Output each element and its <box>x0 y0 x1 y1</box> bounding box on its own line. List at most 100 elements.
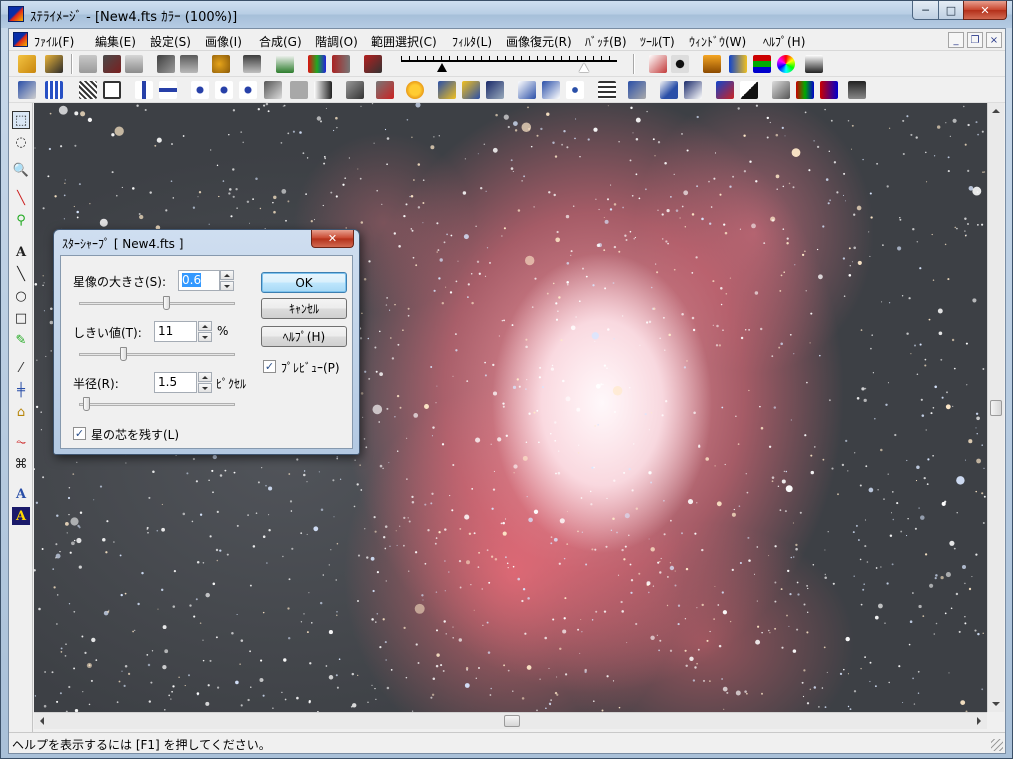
flip-vertical-icon[interactable] <box>159 81 177 99</box>
profile-tool[interactable]: ⏦ <box>12 433 30 451</box>
mdi-close-button[interactable]: × <box>986 32 1002 48</box>
menu-help[interactable]: ﾍﾙﾌﾟ(H) <box>763 33 805 50</box>
line-probe-tool[interactable]: ⚲ <box>12 211 30 229</box>
star-shrink-icon[interactable] <box>486 81 504 99</box>
info-icon[interactable] <box>243 55 261 73</box>
menu-levels[interactable]: 階調(O) <box>315 33 358 50</box>
spin-down-icon[interactable] <box>220 281 234 291</box>
gradient-icon[interactable] <box>314 81 332 99</box>
save-as-icon[interactable] <box>103 55 121 73</box>
resize-icon[interactable] <box>18 81 36 99</box>
rotate-right-icon[interactable] <box>191 81 209 99</box>
menu-window[interactable]: ｳｨﾝﾄﾞｳ(W) <box>689 33 746 50</box>
cancel-button[interactable]: ｷｬﾝｾﾙ <box>261 298 347 319</box>
annotate-tool[interactable]: A <box>12 485 30 503</box>
threshold-spinner[interactable] <box>198 321 212 342</box>
rotate-left-icon[interactable] <box>215 81 233 99</box>
title-bar[interactable]: ｽﾃﾗｲﾒｰｼﾞ - [New4.fts ｶﾗｰ (100%)] ─ □ ✕ <box>1 1 1012 28</box>
level-adjust-icon[interactable] <box>364 55 382 73</box>
close-button[interactable]: ✕ <box>963 1 1007 20</box>
menu-restore[interactable]: 画像復元(R) <box>506 33 572 50</box>
preview-label[interactable]: ﾌﾟﾚﾋﾞｭｰ(P) <box>281 359 340 376</box>
pencil-tool[interactable]: ✎ <box>12 331 30 349</box>
slider-thumb[interactable] <box>120 347 127 361</box>
mdi-minimize-button[interactable]: _ <box>948 32 964 48</box>
keep-core-label[interactable]: 星の芯を残す(L) <box>91 426 179 443</box>
maximize-button[interactable]: □ <box>938 1 964 20</box>
hand-tool[interactable]: ⌘ <box>12 455 30 473</box>
slider-thumb[interactable] <box>163 296 170 310</box>
invert-icon[interactable] <box>740 81 758 99</box>
stamp-tool[interactable]: ⌂ <box>12 403 30 421</box>
save-channel-icon[interactable] <box>848 81 866 99</box>
scroll-down-icon[interactable] <box>992 702 1000 706</box>
star-point-icon[interactable] <box>566 81 584 99</box>
horizontal-scrollbar[interactable] <box>34 712 987 729</box>
scroll-up-icon[interactable] <box>992 109 1000 113</box>
level-histogram-icon[interactable] <box>332 55 350 73</box>
menu-batch[interactable]: ﾊﾞｯﾁ(B) <box>585 33 627 50</box>
undo-icon[interactable] <box>212 55 230 73</box>
level-slider[interactable] <box>401 56 617 74</box>
rgb-split-icon[interactable] <box>716 81 734 99</box>
minimize-button[interactable]: ─ <box>912 1 939 20</box>
print-preview-icon[interactable] <box>157 55 175 73</box>
resize-grip-icon[interactable] <box>991 739 1003 751</box>
slider-thumb[interactable] <box>83 397 90 411</box>
monochrome-icon[interactable] <box>805 55 823 73</box>
menu-edit[interactable]: 編集(E) <box>95 33 136 50</box>
open-recent-icon[interactable] <box>45 55 63 73</box>
horizontal-scroll-thumb[interactable] <box>504 715 520 727</box>
flip-horizontal-icon[interactable] <box>135 81 153 99</box>
line-tool[interactable]: ╲ <box>12 265 30 283</box>
binoculars-icon[interactable] <box>671 55 689 73</box>
lines-icon[interactable] <box>598 81 616 99</box>
keep-core-checkbox[interactable]: ✓ <box>73 427 86 440</box>
copy-merge-icon[interactable] <box>376 81 394 99</box>
grid-icon[interactable] <box>45 81 63 99</box>
star-probe-tool[interactable]: ╲ <box>12 189 30 207</box>
color-adjust-icon[interactable] <box>729 55 747 73</box>
radius-input[interactable]: 1.5 <box>154 372 197 393</box>
measure-tool[interactable]: ╪ <box>12 381 30 399</box>
window-icon[interactable] <box>772 81 790 99</box>
pen-icon[interactable] <box>684 81 702 99</box>
print-icon[interactable] <box>180 55 198 73</box>
brush-icon[interactable] <box>660 81 678 99</box>
menu-selection[interactable]: 範囲選択(C) <box>371 33 437 50</box>
rgb-channels-icon[interactable] <box>753 55 771 73</box>
menu-file[interactable]: ﾌｧｲﾙ(F) <box>34 33 74 50</box>
zoom-select-icon[interactable] <box>542 81 560 99</box>
spin-down-icon[interactable] <box>198 383 212 393</box>
lasso-tool[interactable]: ◌ <box>12 133 30 151</box>
menu-composite[interactable]: 合成(G) <box>259 33 302 50</box>
black-point-handle[interactable] <box>437 63 447 72</box>
select-icon[interactable] <box>518 81 536 99</box>
star-size-spinner[interactable] <box>220 270 234 291</box>
menu-settings[interactable]: 設定(S) <box>150 33 191 50</box>
vertical-scroll-thumb[interactable] <box>990 400 1002 416</box>
preview-checkbox[interactable]: ✓ <box>263 360 276 373</box>
mdi-restore-button[interactable]: ❐ <box>967 32 983 48</box>
curve-icon[interactable] <box>649 55 667 73</box>
menu-tools[interactable]: ﾂｰﾙ(T) <box>640 33 675 50</box>
annotate-color-tool[interactable]: A <box>12 507 30 525</box>
spin-up-icon[interactable] <box>198 321 212 331</box>
menu-filter[interactable]: ﾌｨﾙﾀ(L) <box>452 33 492 50</box>
spin-up-icon[interactable] <box>220 270 234 280</box>
print-setup-icon[interactable] <box>125 55 143 73</box>
select-tool[interactable]: ⬚ <box>12 111 30 129</box>
vertical-scrollbar[interactable] <box>987 103 1004 712</box>
star-detect-icon[interactable] <box>438 81 456 99</box>
white-point-handle[interactable] <box>579 63 589 72</box>
text-tool[interactable]: A <box>12 243 30 261</box>
trim-icon[interactable] <box>79 81 97 99</box>
app-icon[interactable] <box>8 6 24 22</box>
color-balance-icon[interactable] <box>703 55 721 73</box>
zoom-tool[interactable]: 🔍 <box>12 161 30 179</box>
composite-icon[interactable] <box>346 81 364 99</box>
help-button[interactable]: ﾍﾙﾌﾟ(H) <box>261 326 347 347</box>
save-icon[interactable] <box>79 55 97 73</box>
rgb-histogram-icon[interactable] <box>308 55 326 73</box>
rotate-180-icon[interactable] <box>239 81 257 99</box>
